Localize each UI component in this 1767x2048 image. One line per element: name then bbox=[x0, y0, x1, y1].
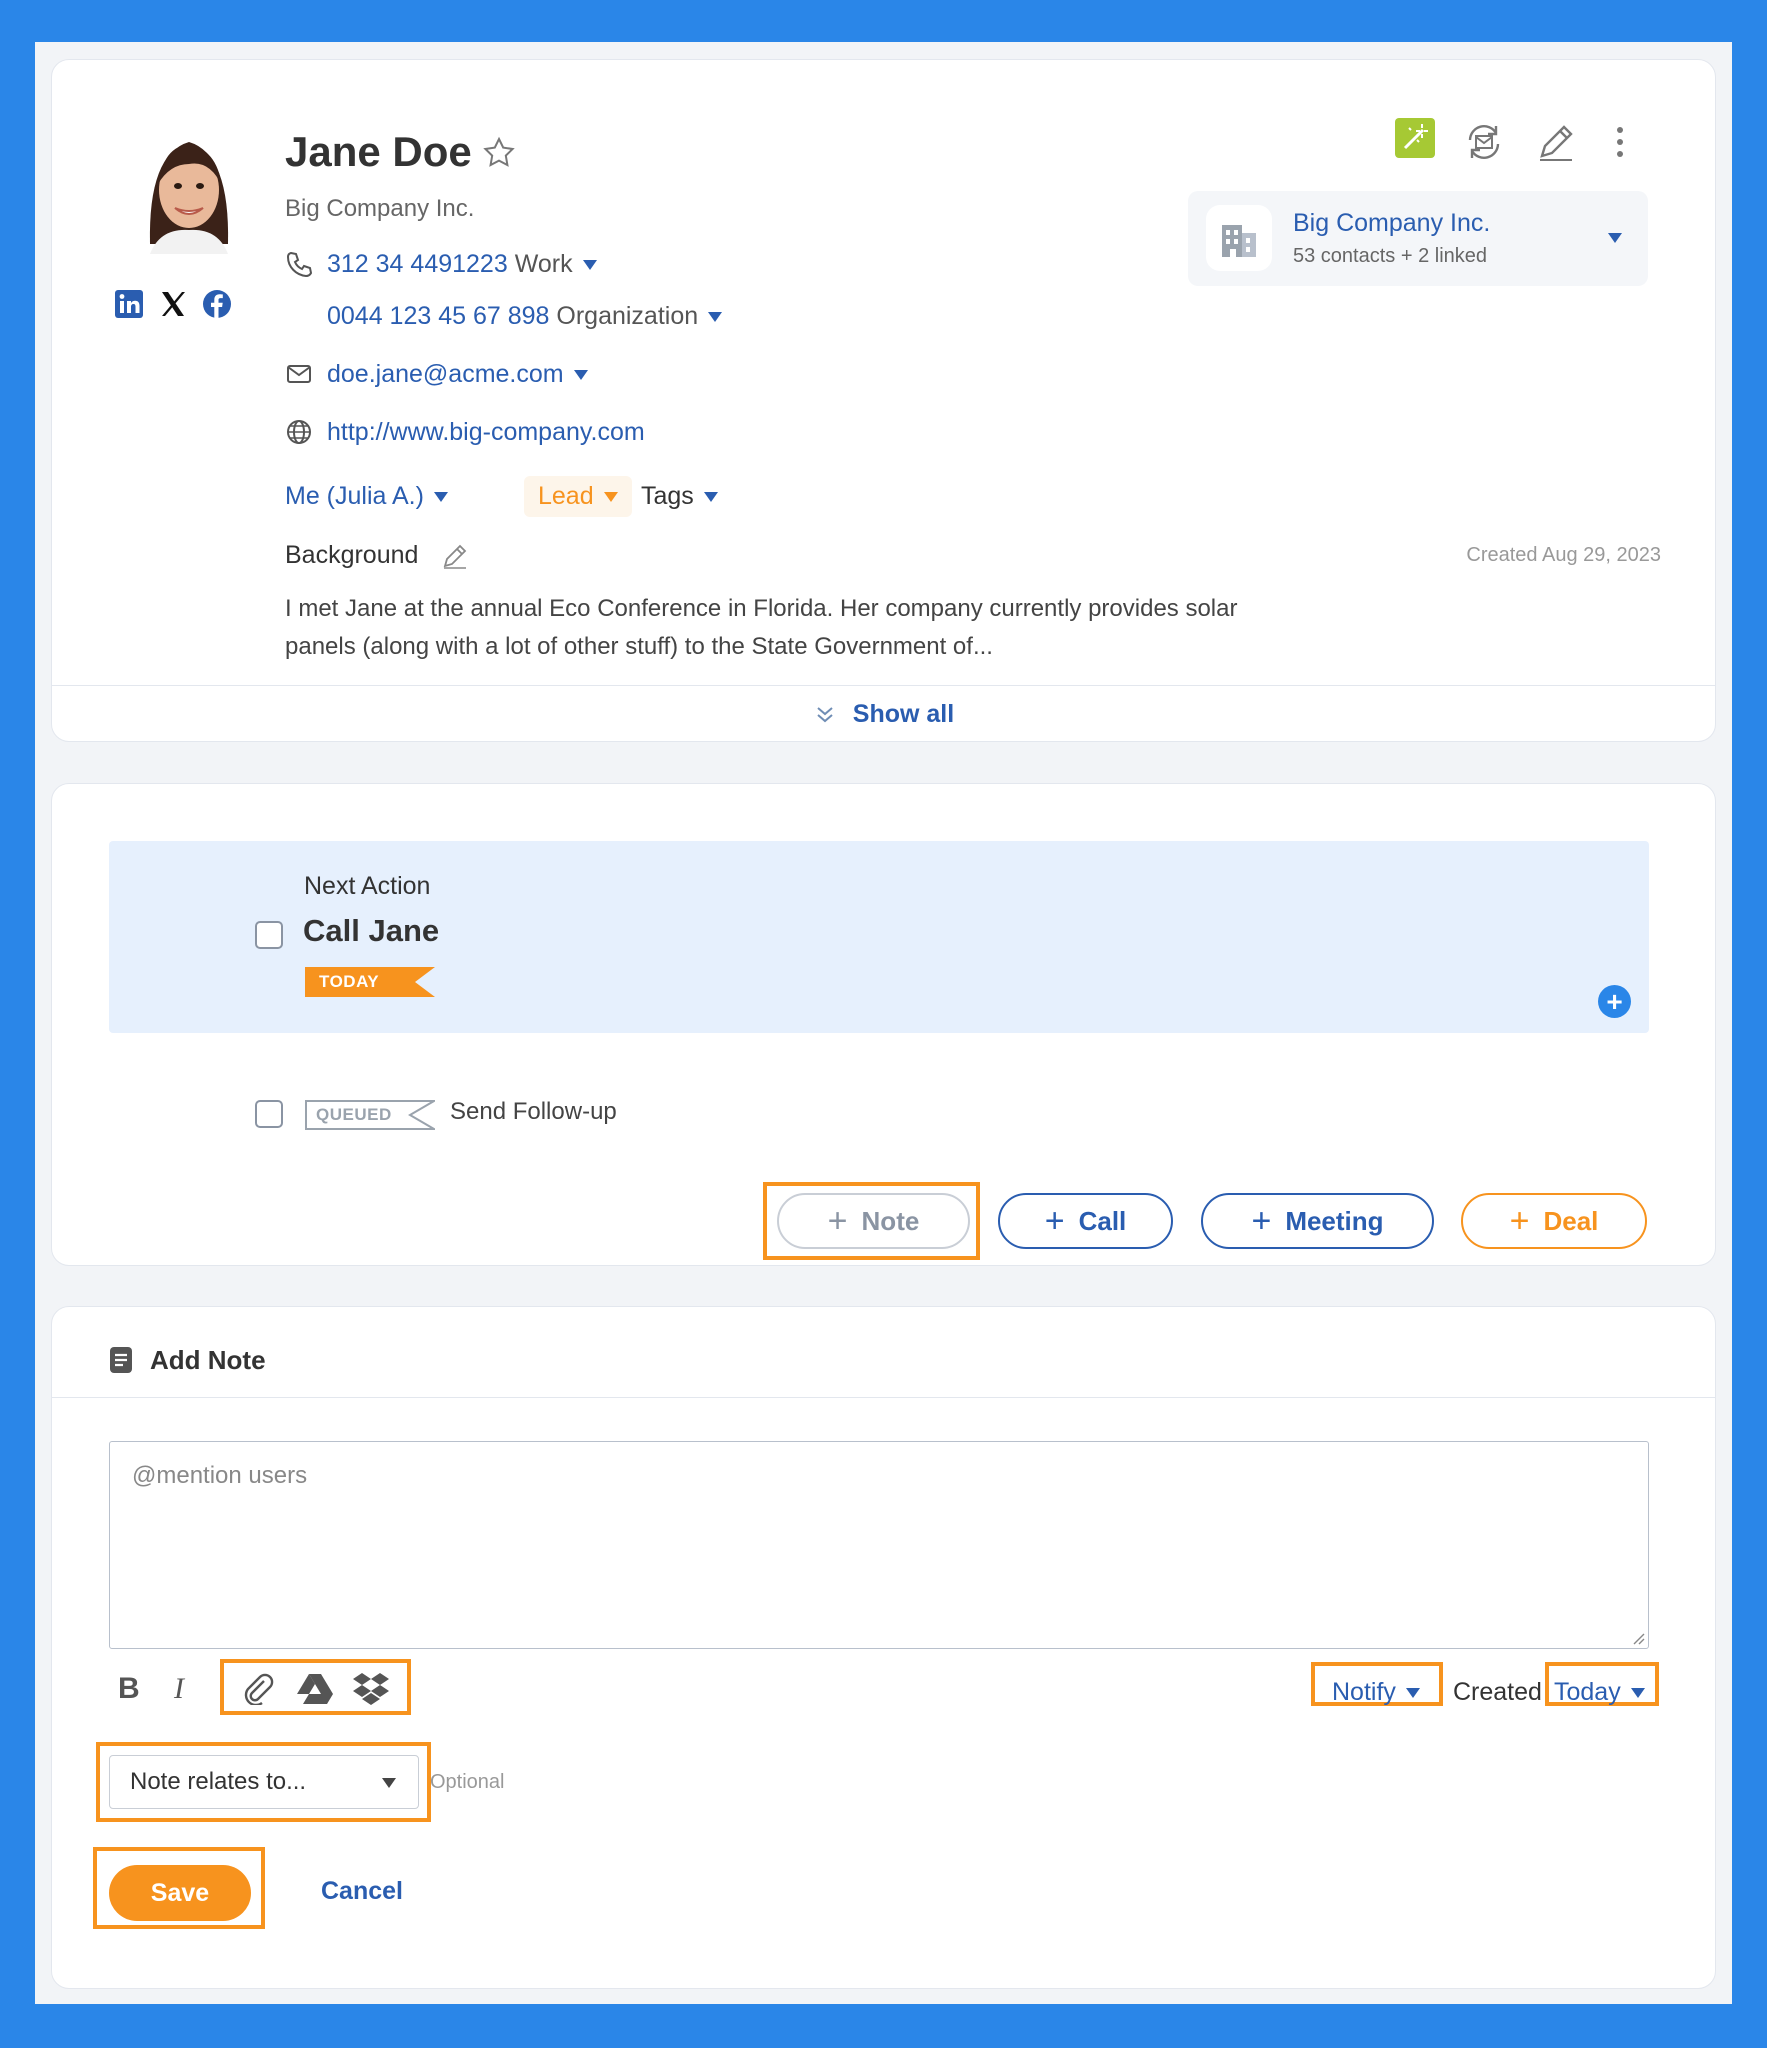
globe-icon bbox=[287, 420, 311, 444]
star-icon[interactable] bbox=[482, 136, 516, 170]
phone-label: Organization bbox=[556, 302, 699, 330]
edit-icon[interactable] bbox=[1534, 120, 1578, 164]
phone-row-2[interactable]: 0044 123 45 67 898 Organization bbox=[327, 302, 723, 331]
owner-dropdown[interactable]: Me (Julia A.) bbox=[285, 482, 448, 511]
phone-icon bbox=[286, 251, 313, 278]
dropbox-icon[interactable] bbox=[352, 1671, 390, 1705]
tags-label: Tags bbox=[641, 482, 694, 510]
mail-icon bbox=[287, 365, 311, 383]
plus-icon: + bbox=[1509, 1202, 1530, 1240]
add-deal-button[interactable]: + Deal bbox=[1461, 1193, 1647, 1249]
add-meeting-label: Meeting bbox=[1285, 1205, 1384, 1236]
background-title: Background bbox=[285, 541, 419, 569]
linkedin-icon[interactable] bbox=[113, 288, 145, 320]
avatar[interactable] bbox=[130, 124, 248, 254]
caret-down-icon bbox=[382, 1778, 396, 1788]
queued-action-checkbox[interactable] bbox=[255, 1100, 283, 1128]
plus-icon: + bbox=[1251, 1202, 1272, 1240]
add-call-label: Call bbox=[1078, 1205, 1127, 1236]
caret-down-icon bbox=[603, 492, 618, 503]
italic-icon[interactable]: I bbox=[174, 1672, 184, 1706]
status-label: Lead bbox=[538, 482, 594, 510]
more-icon[interactable] bbox=[1598, 120, 1642, 164]
add-note-card: Add Note @mention users B I Notify Creat… bbox=[51, 1306, 1716, 1989]
optional-hint: Optional bbox=[430, 1771, 505, 1793]
add-note-label: Note bbox=[861, 1205, 920, 1236]
phone-number[interactable]: 0044 123 45 67 898 bbox=[327, 302, 549, 330]
bold-icon[interactable]: B bbox=[118, 1672, 140, 1706]
email-sync-icon[interactable] bbox=[1462, 120, 1506, 164]
caret-down-icon[interactable] bbox=[582, 260, 597, 271]
note-placeholder: @mention users bbox=[132, 1462, 308, 1489]
add-call-button[interactable]: + Call bbox=[998, 1193, 1173, 1249]
notify-dropdown[interactable]: Notify bbox=[1332, 1678, 1420, 1707]
notify-label: Notify bbox=[1332, 1678, 1396, 1706]
caret-down-icon bbox=[433, 492, 448, 503]
created-label: Created bbox=[1453, 1678, 1542, 1706]
status-dropdown[interactable]: Lead bbox=[524, 476, 632, 517]
caret-down-icon bbox=[703, 492, 718, 503]
created-date-dropdown[interactable]: Today bbox=[1554, 1678, 1645, 1707]
note-relates-value: Note relates to... bbox=[130, 1768, 307, 1795]
note-relates-select[interactable]: Note relates to... bbox=[109, 1755, 419, 1809]
caret-down-icon bbox=[1405, 1688, 1420, 1699]
queued-badge-label: QUEUED bbox=[316, 1105, 392, 1124]
building-icon bbox=[1206, 205, 1272, 271]
divider bbox=[52, 685, 1715, 686]
caret-down-icon[interactable] bbox=[573, 370, 588, 381]
note-icon bbox=[110, 1347, 132, 1373]
add-deal-label: Deal bbox=[1543, 1205, 1599, 1236]
save-button[interactable]: Save bbox=[109, 1865, 251, 1921]
linked-company-count: 53 contacts + 2 linked bbox=[1293, 245, 1488, 267]
pencil-icon[interactable] bbox=[440, 541, 470, 571]
x-icon[interactable] bbox=[157, 288, 189, 320]
linked-company[interactable]: Big Company Inc. 53 contacts + 2 linked bbox=[1188, 191, 1648, 286]
plus-icon: + bbox=[827, 1202, 848, 1240]
created-date: Created Aug 29, 2023 bbox=[1466, 544, 1661, 566]
contact-card: Jane Doe Big Company Inc. 312 34 4491223… bbox=[51, 59, 1716, 742]
attachment-icon[interactable] bbox=[240, 1671, 274, 1705]
app-frame: Jane Doe Big Company Inc. 312 34 4491223… bbox=[35, 42, 1732, 2004]
double-chevron-down-icon bbox=[817, 707, 833, 723]
owner-label: Me (Julia A.) bbox=[285, 482, 424, 510]
email-link[interactable]: doe.jane@acme.com bbox=[327, 360, 564, 388]
note-textarea[interactable]: @mention users bbox=[109, 1441, 1649, 1649]
next-action-label: Next Action bbox=[304, 872, 431, 900]
contact-company[interactable]: Big Company Inc. bbox=[285, 195, 474, 223]
phone-number[interactable]: 312 34 4491223 bbox=[327, 250, 508, 278]
add-note-button[interactable]: + Note bbox=[777, 1193, 970, 1249]
add-meeting-button[interactable]: + Meeting bbox=[1201, 1193, 1434, 1249]
next-action-checkbox[interactable] bbox=[255, 921, 283, 949]
caret-down-icon[interactable] bbox=[1608, 233, 1622, 243]
contact-name: Jane Doe bbox=[285, 128, 472, 175]
magic-wand-icon[interactable] bbox=[1395, 118, 1435, 158]
queued-action-title[interactable]: Send Follow-up bbox=[450, 1098, 617, 1126]
background-text: I met Jane at the annual Eco Conference … bbox=[285, 595, 1238, 660]
resize-handle-icon[interactable] bbox=[1631, 1631, 1645, 1645]
phone-label: Work bbox=[514, 250, 573, 278]
phone-row-1[interactable]: 312 34 4491223 Work bbox=[327, 250, 597, 279]
show-all-button[interactable]: Show all bbox=[52, 700, 1715, 729]
google-drive-icon[interactable] bbox=[296, 1673, 334, 1705]
facebook-icon[interactable] bbox=[201, 288, 233, 320]
website-link[interactable]: http://www.big-company.com bbox=[327, 418, 645, 447]
show-all-label: Show all bbox=[852, 700, 955, 728]
linked-company-name[interactable]: Big Company Inc. bbox=[1293, 209, 1490, 238]
add-action-button[interactable]: + bbox=[1598, 985, 1631, 1018]
caret-down-icon bbox=[1630, 1688, 1645, 1699]
plus-icon: + bbox=[1044, 1202, 1065, 1240]
divider bbox=[52, 1397, 1715, 1398]
add-note-title: Add Note bbox=[150, 1345, 266, 1375]
tags-dropdown[interactable]: Tags bbox=[641, 482, 718, 511]
created-date-value: Today bbox=[1554, 1678, 1621, 1706]
next-action-title[interactable]: Call Jane bbox=[303, 913, 439, 949]
caret-down-icon[interactable] bbox=[708, 312, 723, 323]
cancel-button[interactable]: Cancel bbox=[321, 1877, 403, 1906]
email-row[interactable]: doe.jane@acme.com bbox=[327, 360, 588, 389]
actions-card: Next Action Call Jane TODAY + QUEUED Sen… bbox=[51, 783, 1716, 1266]
today-badge-label: TODAY bbox=[319, 972, 380, 991]
